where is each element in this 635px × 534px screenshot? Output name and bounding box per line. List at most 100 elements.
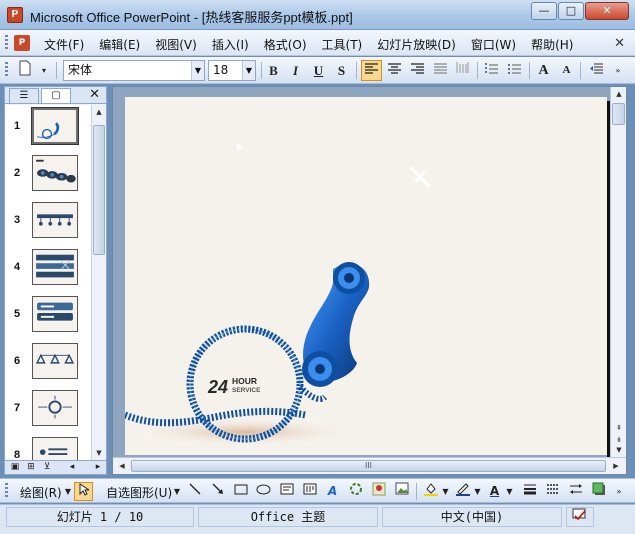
grow-font-button[interactable]: A: [533, 60, 554, 81]
chevron-down-icon[interactable]: ▼: [473, 482, 482, 501]
powerpoint-app-icon[interactable]: P: [7, 7, 23, 23]
arrow-tool-icon[interactable]: [208, 482, 227, 501]
slide-sorter-icon[interactable]: ⊞: [24, 461, 38, 474]
chevron-down-icon[interactable]: ▼: [505, 482, 514, 501]
scroll-down-icon[interactable]: ▼: [92, 446, 106, 460]
distribute-icon[interactable]: [452, 60, 473, 81]
menu-slideshow[interactable]: 幻灯片放映(D): [377, 36, 456, 53]
toolbar-grip-icon[interactable]: [5, 483, 8, 499]
align-center-icon[interactable]: [384, 60, 405, 81]
scroll-left-icon[interactable]: ◂: [65, 461, 79, 474]
slide-thumbnail-row[interactable]: 2: [5, 152, 91, 199]
chevron-down-icon[interactable]: ▼: [191, 61, 204, 80]
autoshapes-menu-button[interactable]: 自选图形(U): [106, 484, 172, 501]
current-slide[interactable]: 24 HOUR SERVICE: [123, 97, 607, 455]
toolbar-grip-icon[interactable]: [5, 62, 8, 78]
align-left-icon[interactable]: [361, 60, 382, 81]
draw-menu-button[interactable]: 绘图(R): [20, 484, 62, 501]
diagram-icon[interactable]: [346, 482, 365, 501]
slide-thumbnail[interactable]: [32, 155, 78, 191]
insert-picture-icon[interactable]: [392, 482, 411, 501]
panel-close-button[interactable]: ✕: [89, 87, 100, 102]
shadow-button[interactable]: S: [331, 60, 352, 81]
scroll-down-icon[interactable]: ▼: [612, 443, 626, 457]
bullet-list-icon[interactable]: [504, 60, 525, 81]
font-size-select[interactable]: 18 ▼: [208, 60, 256, 81]
chevron-down-icon[interactable]: ▼: [441, 482, 450, 501]
menu-window[interactable]: 窗口(W): [471, 36, 516, 53]
tab-slides[interactable]: ▢: [41, 88, 71, 103]
slide-thumbnail-row[interactable]: 3: [5, 199, 91, 246]
close-button[interactable]: ✕: [585, 2, 629, 20]
decrease-indent-icon[interactable]: [586, 60, 607, 81]
scroll-up-icon[interactable]: ▲: [92, 105, 106, 119]
slide-thumbnail[interactable]: [32, 343, 78, 379]
slide-thumbnail-row[interactable]: 4: [5, 246, 91, 293]
line-color-icon[interactable]: [453, 482, 472, 501]
justify-icon[interactable]: [430, 60, 451, 81]
oval-tool-icon[interactable]: [254, 482, 273, 501]
tab-outline[interactable]: ☰: [9, 88, 39, 103]
slide-thumbnail[interactable]: [32, 202, 78, 238]
maximize-button[interactable]: □: [558, 2, 584, 20]
new-document-icon[interactable]: [14, 60, 35, 81]
slide-thumbnail-row[interactable]: 6: [5, 340, 91, 387]
toolbar-options-icon[interactable]: ▾: [38, 60, 50, 81]
menu-view[interactable]: 视图(V): [155, 36, 197, 53]
slideshow-view-icon[interactable]: ⊻: [40, 461, 54, 474]
shadow-style-icon[interactable]: [589, 482, 608, 501]
minimize-button[interactable]: —: [531, 2, 557, 20]
line-style-icon[interactable]: [520, 482, 539, 501]
slide-thumbnail[interactable]: [32, 390, 78, 426]
menu-format[interactable]: 格式(O): [264, 36, 307, 53]
menu-tools[interactable]: 工具(T): [322, 36, 363, 53]
fill-color-icon[interactable]: [421, 482, 440, 501]
textbox-tool-icon[interactable]: [277, 482, 296, 501]
slide-thumbnail[interactable]: [32, 249, 78, 285]
chevron-down-icon[interactable]: ▼: [242, 61, 255, 80]
design-theme[interactable]: Office 主题: [198, 507, 378, 527]
slide-scrollbar[interactable]: ▲ ⇞ ⇟ ▼: [610, 87, 626, 457]
shrink-font-button[interactable]: A: [556, 60, 577, 81]
scroll-right-icon[interactable]: ▶: [609, 459, 623, 473]
wordart-icon[interactable]: A: [323, 482, 342, 501]
spelling-check-icon[interactable]: [566, 507, 594, 527]
slide-horizontal-scrollbar[interactable]: ◀ III ▶: [113, 457, 626, 474]
chevron-down-icon[interactable]: ▼: [172, 482, 182, 501]
slide-thumbnail[interactable]: [32, 437, 78, 460]
bold-button[interactable]: B: [263, 60, 284, 81]
document-close-button[interactable]: ✕: [614, 36, 625, 51]
font-name-select[interactable]: 宋体 ▼: [63, 60, 205, 81]
scrollbar-thumb[interactable]: [612, 103, 625, 125]
toolbar-options-icon[interactable]: »: [612, 60, 624, 81]
clipart-icon[interactable]: [369, 482, 388, 501]
line-tool-icon[interactable]: [185, 482, 204, 501]
dash-style-icon[interactable]: [543, 482, 562, 501]
rectangle-tool-icon[interactable]: [231, 482, 250, 501]
document-menu-icon[interactable]: P: [14, 35, 30, 51]
menu-help[interactable]: 帮助(H): [531, 36, 573, 53]
menu-file[interactable]: 文件(F): [44, 36, 84, 53]
slide-thumbnail-row[interactable]: 1: [5, 105, 91, 152]
align-right-icon[interactable]: [407, 60, 428, 81]
numbered-list-icon[interactable]: [481, 60, 502, 81]
scroll-left-icon[interactable]: ◀: [115, 459, 129, 473]
thumbnails-scrollbar[interactable]: ▲ ▼: [91, 105, 106, 460]
scrollbar-thumb[interactable]: [93, 125, 105, 255]
vertical-textbox-icon[interactable]: [300, 482, 319, 501]
slide-thumbnail-row[interactable]: 8: [5, 434, 91, 460]
menu-insert[interactable]: 插入(I): [212, 36, 249, 53]
font-color-icon[interactable]: A: [485, 482, 504, 501]
chevron-down-icon[interactable]: ▼: [63, 482, 73, 501]
italic-button[interactable]: I: [285, 60, 306, 81]
slide-thumbnail-row[interactable]: 7: [5, 387, 91, 434]
normal-view-icon[interactable]: ▣: [8, 461, 22, 474]
menu-grip-icon[interactable]: [5, 35, 8, 51]
slide-thumbnail[interactable]: [32, 296, 78, 332]
scroll-up-icon[interactable]: ▲: [612, 87, 626, 101]
scrollbar-thumb[interactable]: III: [131, 460, 606, 472]
toolbar-options-icon[interactable]: »: [613, 482, 625, 501]
slide-thumbnail[interactable]: [31, 107, 79, 145]
underline-button[interactable]: U: [308, 60, 329, 81]
slide-thumbnail-row[interactable]: 5: [5, 293, 91, 340]
